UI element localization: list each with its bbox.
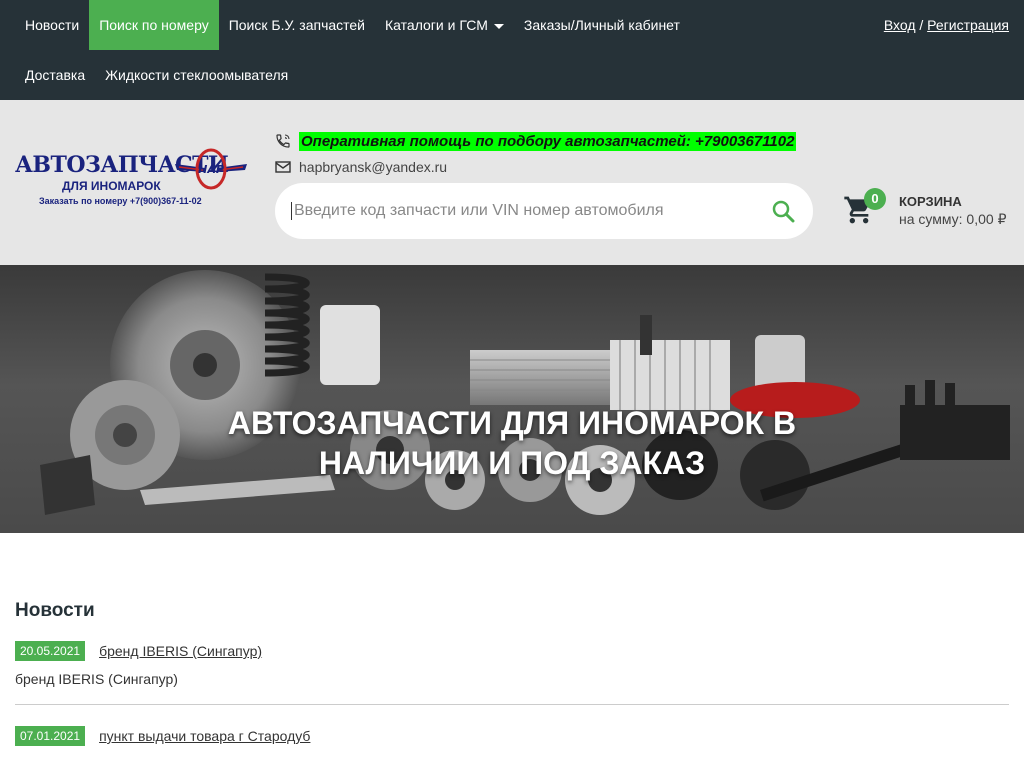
news-heading: Новости xyxy=(15,600,95,621)
phone-icon xyxy=(276,134,290,148)
nav-item-label: Поиск по номеру xyxy=(99,17,209,33)
banner-title: АВТОЗАПЧАСТИ ДЛЯ ИНОМАРОК В НАЛИЧИИ И ПО… xyxy=(0,403,1024,483)
register-link[interactable]: Регистрация xyxy=(927,17,1009,33)
svg-text:НАР: НАР xyxy=(198,163,224,176)
cart-widget[interactable]: 0 КОРЗИНА на сумму: 0,00 ₽ xyxy=(843,188,1013,230)
login-link[interactable]: Вход xyxy=(884,17,916,33)
nav-item-news[interactable]: Новости xyxy=(15,0,89,50)
search-button[interactable] xyxy=(769,197,797,225)
hero-banner: АВТОЗАПЧАСТИ ДЛЯ ИНОМАРОК В НАЛИЧИИ И ПО… xyxy=(0,265,1024,533)
nav-row-primary: Новости Поиск по номеру Поиск Б.У. запча… xyxy=(15,0,690,50)
nav-item-label: Каталоги и ГСМ xyxy=(385,17,488,33)
news-date-badge: 07.01.2021 xyxy=(15,726,86,746)
nav-item-label: Поиск Б.У. запчастей xyxy=(228,17,366,33)
email-line: hapbryansk@yandex.ru xyxy=(275,158,447,176)
nav-item-search-by-number[interactable]: Поиск по номеру xyxy=(89,0,219,50)
logo-emblem-icon: НАР xyxy=(175,148,247,190)
help-line: Оперативная помощь по подбору автозапчас… xyxy=(275,130,797,152)
cart-title: КОРЗИНА xyxy=(899,194,962,209)
nav-item-label: Новости xyxy=(25,17,80,33)
auto-parts-illustration xyxy=(40,270,1010,515)
top-navigation: Новости Поиск по номеру Поиск Б.У. запча… xyxy=(0,0,1024,100)
banner-title-line: АВТОЗАПЧАСТИ ДЛЯ ИНОМАРОК В xyxy=(227,405,797,441)
search-icon xyxy=(772,200,795,223)
search-box xyxy=(275,183,813,239)
news-title-link[interactable]: бренд IBERIS (Сингапур) xyxy=(99,643,262,659)
auth-links: Вход / Регистрация xyxy=(884,0,1009,50)
site-header: АВТОЗАПЧАСТИ ДЛЯ ИНОМАРОК Заказать по но… xyxy=(0,100,1024,265)
search-input[interactable] xyxy=(291,202,761,220)
news-date-badge: 20.05.2021 xyxy=(15,641,86,661)
logo-sub-text: ДЛЯ ИНОМАРОК xyxy=(62,179,161,193)
cart-sum: на сумму: 0,00 ₽ xyxy=(899,211,1007,227)
nav-item-used-parts[interactable]: Поиск Б.У. запчастей xyxy=(219,0,375,50)
mail-icon xyxy=(275,161,291,173)
site-logo[interactable]: АВТОЗАПЧАСТИ ДЛЯ ИНОМАРОК Заказать по но… xyxy=(15,148,247,210)
email-text[interactable]: hapbryansk@yandex.ru xyxy=(299,159,447,175)
cart-count-badge: 0 xyxy=(864,188,886,210)
news-title-link[interactable]: пункт выдачи товара г Стародуб xyxy=(99,728,310,744)
nav-item-washer-fluids[interactable]: Жидкости стеклоомывателя xyxy=(95,50,298,100)
nav-item-label: Жидкости стеклоомывателя xyxy=(105,67,289,83)
nav-item-delivery[interactable]: Доставка xyxy=(15,50,95,100)
news-item: 07.01.2021 пункт выдачи товара г Староду… xyxy=(15,725,1009,747)
news-item: 20.05.2021 бренд IBERIS (Сингапур) бренд… xyxy=(15,640,1009,687)
nav-item-orders[interactable]: Заказы/Личный кабинет xyxy=(514,0,690,50)
caret-down-icon xyxy=(493,23,504,29)
nav-item-label: Доставка xyxy=(25,67,86,83)
news-divider xyxy=(15,704,1009,705)
nav-item-label: Заказы/Личный кабинет xyxy=(523,17,680,33)
nav-row-secondary: Доставка Жидкости стеклоомывателя xyxy=(15,50,298,100)
news-description: бренд IBERIS (Сингапур) xyxy=(15,671,178,687)
news-section: Новости 20.05.2021 бренд IBERIS (Сингапу… xyxy=(15,600,1009,747)
auth-separator: / xyxy=(915,17,928,33)
help-phone-text: Оперативная помощь по подбору автозапчас… xyxy=(299,131,797,151)
nav-item-catalogs[interactable]: Каталоги и ГСМ xyxy=(375,0,514,50)
logo-phone-text: Заказать по номеру +7(900)367-11-02 xyxy=(39,196,202,206)
banner-title-line: НАЛИЧИИ И ПОД ЗАКАЗ xyxy=(318,445,706,481)
